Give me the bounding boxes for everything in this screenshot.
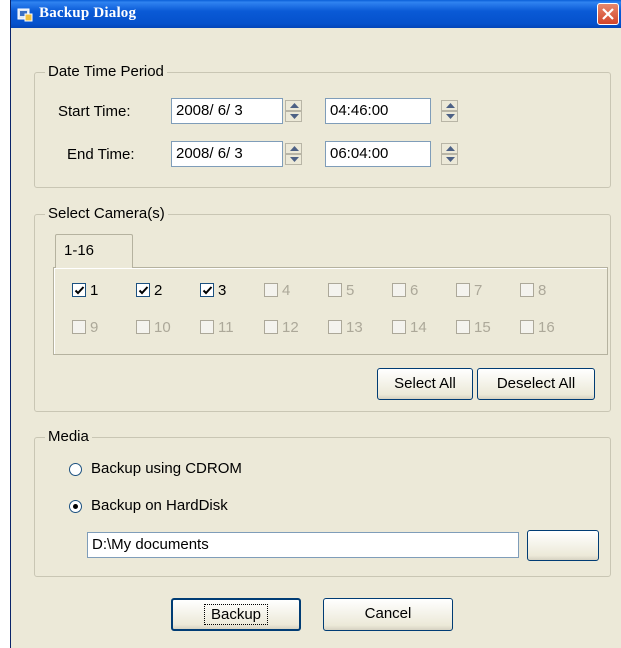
- radio-cdrom-label[interactable]: Backup using CDROM: [91, 460, 242, 478]
- deselect-all-label: Deselect All: [496, 375, 576, 392]
- date-time-period-group: Date Time Period: [34, 63, 611, 188]
- close-button[interactable]: [597, 3, 619, 25]
- camera-checkbox-12: 12: [264, 319, 314, 336]
- checkbox-box: [392, 320, 406, 334]
- camera-checkbox-label: 4: [282, 282, 291, 299]
- camera-checkbox-label: 14: [410, 319, 427, 336]
- camera-checkbox-label: 13: [346, 319, 363, 336]
- start-time-label: Start Time:: [58, 103, 131, 120]
- tab-label: 1-16: [64, 242, 95, 259]
- checkbox-box: [200, 320, 214, 334]
- camera-checkbox-label: 2: [154, 282, 163, 299]
- radio-harddisk-label[interactable]: Backup on HardDisk: [91, 497, 228, 515]
- start-time-field[interactable]: 04:46:00: [325, 98, 431, 124]
- checkmark-icon: [202, 286, 213, 295]
- radio-cdrom[interactable]: [69, 463, 82, 476]
- camera-checkbox-label: 8: [538, 282, 547, 299]
- camera-tab-panel: [53, 267, 608, 355]
- camera-checkbox-label: 11: [218, 319, 234, 336]
- spin-down-icon[interactable]: [285, 111, 302, 122]
- backup-label: Backup: [203, 604, 269, 625]
- camera-checkbox-label: 12: [282, 319, 299, 336]
- start-time-spinner[interactable]: [441, 100, 458, 122]
- camera-checkbox-1[interactable]: 1: [72, 282, 122, 299]
- camera-checkbox-6: 6: [392, 282, 442, 299]
- checkbox-box: [456, 283, 470, 297]
- checkbox-box[interactable]: [72, 283, 86, 297]
- start-date-spinner[interactable]: [285, 100, 302, 122]
- checkmark-icon: [138, 286, 149, 295]
- backup-dialog: Backup Dialog Date Time Period Start Tim…: [10, 0, 621, 648]
- spin-up-icon[interactable]: [285, 100, 302, 111]
- checkbox-box: [264, 283, 278, 297]
- spin-up-icon[interactable]: [441, 100, 458, 111]
- camera-checkbox-14: 14: [392, 319, 442, 336]
- media-legend: Media: [45, 428, 92, 446]
- checkbox-box: [264, 320, 278, 334]
- spin-down-icon[interactable]: [441, 154, 458, 165]
- camera-checkbox-9: 9: [72, 319, 122, 336]
- camera-checkbox-4: 4: [264, 282, 314, 299]
- deselect-all-button[interactable]: Deselect All: [477, 368, 595, 400]
- checkbox-box: [72, 320, 86, 334]
- radio-harddisk[interactable]: [69, 500, 82, 513]
- checkbox-box: [328, 320, 342, 334]
- camera-checkbox-label: 15: [474, 319, 491, 336]
- end-time-spinner[interactable]: [441, 143, 458, 165]
- tab-cameras-1-16[interactable]: 1-16: [55, 234, 133, 268]
- camera-checkbox-3[interactable]: 3: [200, 282, 250, 299]
- checkbox-box: [520, 283, 534, 297]
- camera-checkbox-2[interactable]: 2: [136, 282, 186, 299]
- app-icon: [17, 8, 33, 22]
- browse-button[interactable]: [527, 530, 599, 561]
- select-all-label: Select All: [394, 375, 456, 392]
- spin-down-icon[interactable]: [441, 111, 458, 122]
- start-date-field[interactable]: 2008/ 6/ 3: [171, 98, 283, 124]
- checkbox-box: [136, 320, 150, 334]
- checkmark-icon: [74, 286, 85, 295]
- backup-button[interactable]: Backup: [171, 598, 301, 631]
- checkbox-box: [520, 320, 534, 334]
- radio-selected-dot: [73, 504, 78, 509]
- spin-up-icon[interactable]: [441, 143, 458, 154]
- camera-checkbox-15: 15: [456, 319, 506, 336]
- camera-checkbox-label: 9: [90, 319, 99, 336]
- camera-checkbox-16: 16: [520, 319, 570, 336]
- camera-checkbox-label: 16: [538, 319, 555, 336]
- date-time-period-legend: Date Time Period: [45, 63, 167, 81]
- camera-checkbox-label: 3: [218, 282, 227, 299]
- checkbox-box: [456, 320, 470, 334]
- camera-checkbox-7: 7: [456, 282, 506, 299]
- camera-checkbox-label: 10: [154, 319, 171, 336]
- backup-path-input[interactable]: D:\My documents: [87, 532, 519, 558]
- checkbox-box[interactable]: [200, 283, 214, 297]
- spin-up-icon[interactable]: [285, 143, 302, 154]
- select-cameras-legend: Select Camera(s): [45, 205, 168, 223]
- cancel-label: Cancel: [364, 605, 412, 622]
- camera-checkbox-label: 6: [410, 282, 419, 299]
- end-time-field[interactable]: 06:04:00: [325, 141, 431, 167]
- end-date-field[interactable]: 2008/ 6/ 3: [171, 141, 283, 167]
- title-bar[interactable]: Backup Dialog: [11, 0, 621, 28]
- window-title: Backup Dialog: [39, 5, 137, 21]
- checkbox-box[interactable]: [136, 283, 150, 297]
- checkbox-box: [392, 283, 406, 297]
- end-time-label: End Time:: [67, 146, 135, 163]
- camera-checkbox-5: 5: [328, 282, 378, 299]
- spin-down-icon[interactable]: [285, 154, 302, 165]
- camera-checkbox-10: 10: [136, 319, 186, 336]
- camera-checkbox-label: 1: [90, 282, 99, 299]
- camera-checkbox-13: 13: [328, 319, 378, 336]
- camera-checkbox-label: 5: [346, 282, 355, 299]
- camera-checkbox-8: 8: [520, 282, 570, 299]
- cancel-button[interactable]: Cancel: [323, 598, 453, 631]
- end-date-spinner[interactable]: [285, 143, 302, 165]
- camera-checkbox-11: 11: [200, 319, 250, 336]
- select-all-button[interactable]: Select All: [377, 368, 473, 400]
- checkbox-box: [328, 283, 342, 297]
- close-icon: [602, 8, 614, 20]
- camera-checkbox-label: 7: [474, 282, 483, 299]
